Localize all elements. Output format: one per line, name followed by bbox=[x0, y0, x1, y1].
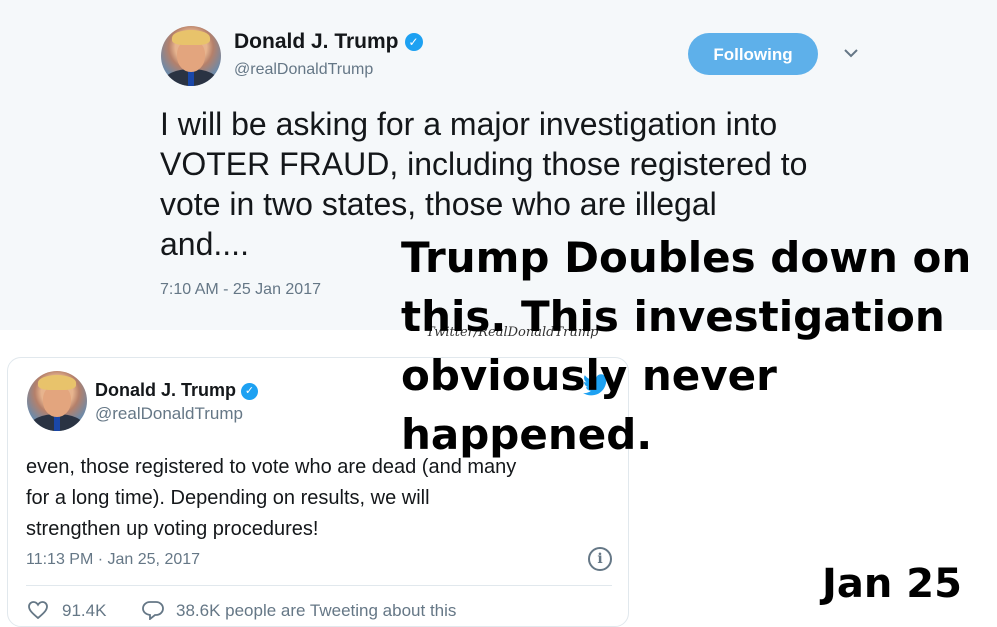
author-handle[interactable]: @realDonaldTrump bbox=[95, 404, 243, 424]
conversation-link[interactable]: 38.6K people are Tweeting about this bbox=[176, 601, 456, 621]
divider bbox=[26, 585, 612, 586]
tweet-timestamp[interactable]: 11:13 PM · Jan 25, 2017 bbox=[26, 551, 200, 569]
verified-badge-icon: ✓ bbox=[404, 33, 423, 52]
date-caption: Jan 25 bbox=[822, 561, 962, 607]
info-icon[interactable]: i bbox=[588, 547, 612, 571]
reply-bubble-icon[interactable] bbox=[142, 600, 164, 620]
tweet-timestamp[interactable]: 7:10 AM - 25 Jan 2017 bbox=[160, 281, 321, 299]
author-name-text[interactable]: Donald J. Trump bbox=[95, 380, 236, 400]
chevron-down-icon[interactable] bbox=[842, 44, 860, 62]
following-button[interactable]: Following bbox=[688, 33, 818, 75]
author-name[interactable]: Donald J. Trump ✓ bbox=[234, 30, 423, 54]
author-handle[interactable]: @realDonaldTrump bbox=[234, 61, 373, 79]
author-name-text[interactable]: Donald J. Trump bbox=[234, 30, 399, 53]
verified-badge-icon: ✓ bbox=[241, 382, 259, 400]
author-name[interactable]: Donald J. Trump ✓ bbox=[95, 380, 259, 401]
avatar[interactable] bbox=[161, 26, 221, 86]
heart-icon[interactable] bbox=[28, 601, 48, 619]
avatar[interactable] bbox=[27, 371, 87, 431]
like-count[interactable]: 91.4K bbox=[62, 601, 106, 621]
overlay-headline: Trump Doubles down on this. This investi… bbox=[401, 233, 972, 459]
tweet-text: even, those registered to vote who are d… bbox=[26, 456, 517, 540]
